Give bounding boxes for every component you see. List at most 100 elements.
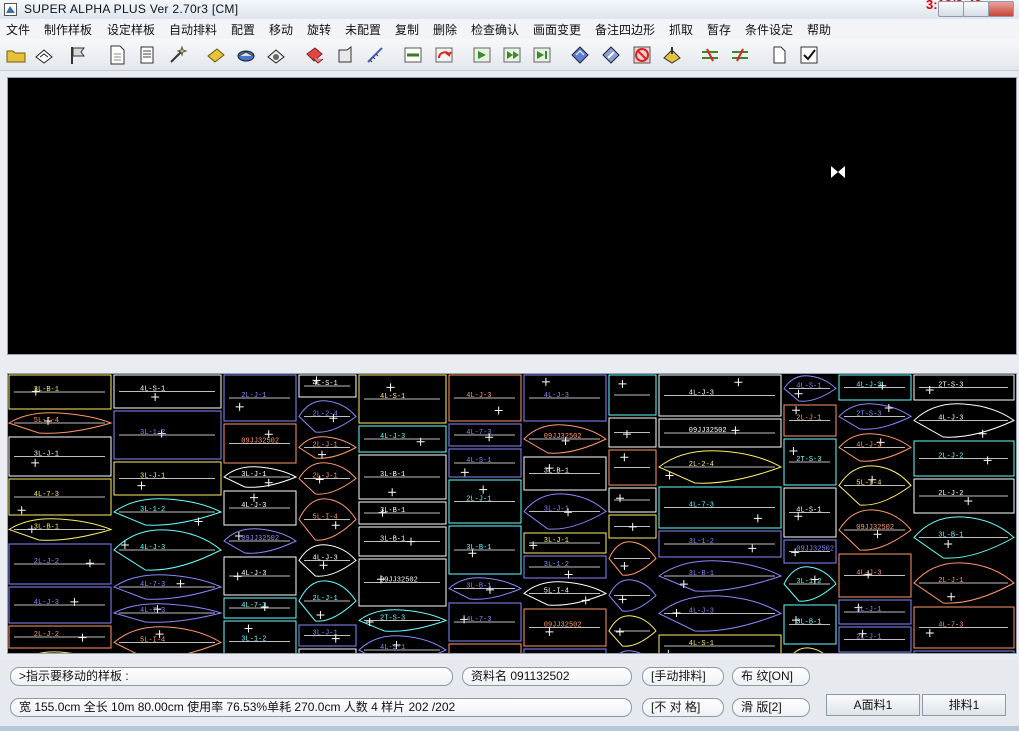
grain-toggle-button[interactable]: 布 纹[ON] — [732, 667, 810, 686]
menu-help[interactable]: 帮助 — [806, 21, 832, 38]
menu-conditions[interactable]: 条件设定 — [744, 21, 794, 38]
marker-canvas[interactable]: 3L-B-1 5L-I-4 3L-J-1 4L-7-3 3L-B-1 2L-J-2 4L-J… — [8, 374, 1016, 653]
red-eraser-icon[interactable] — [303, 44, 325, 66]
notch-mark — [794, 389, 803, 398]
menu-rotate[interactable]: 旋转 — [306, 21, 332, 38]
pan-tool-icon[interactable] — [265, 44, 287, 66]
close-button[interactable] — [988, 1, 1014, 17]
maximize-button[interactable] — [963, 1, 989, 17]
notch-mark — [983, 456, 992, 465]
pattern-piece[interactable] — [658, 634, 782, 653]
manual-marker-button[interactable]: [手动排料] — [642, 667, 724, 686]
green-right-icon[interactable] — [471, 44, 493, 66]
piece-label: 3L-B-1 — [466, 583, 491, 591]
align-icon[interactable] — [402, 44, 424, 66]
menu-make-pattern[interactable]: 制作样板 — [43, 21, 93, 38]
menu-delete[interactable]: 删除 — [432, 21, 458, 38]
piece-label: 4L-S-1 — [380, 644, 405, 652]
green-jump-icon[interactable] — [501, 44, 523, 66]
piece-label: 3L-B-1 — [796, 619, 821, 627]
cursor-icon — [831, 166, 845, 178]
notch-mark — [316, 611, 325, 620]
piece-label: 3L-J-1 — [544, 506, 569, 514]
notch-mark — [479, 485, 488, 494]
menu-copy[interactable]: 复制 — [394, 21, 420, 38]
hand-tool-icon[interactable] — [235, 44, 257, 66]
checkbox-icon[interactable] — [798, 44, 820, 66]
zoom-view[interactable] — [7, 77, 1017, 355]
piece-label: 3L-J-1 — [241, 471, 266, 479]
blue-diamond-icon[interactable] — [569, 44, 591, 66]
pattern-piece[interactable] — [448, 643, 522, 653]
slide-button[interactable]: 滑 版[2] — [732, 698, 810, 717]
no-match-button[interactable]: [不 对 格] — [642, 698, 724, 717]
material-label: 资料名 — [471, 669, 508, 683]
piece-icon[interactable] — [334, 44, 356, 66]
menu-grab[interactable]: 抓取 — [668, 21, 694, 38]
delete-circle-icon[interactable] — [631, 44, 653, 66]
piece-label: 4L-J-3 — [938, 415, 963, 423]
menu-note-rectangle[interactable]: 备注四边形 — [594, 21, 656, 38]
piece-label: 3L-B-1 — [380, 507, 405, 515]
piece-label: 4L-J-3 — [689, 608, 714, 616]
open-folder-icon[interactable] — [5, 44, 27, 66]
fabric-button[interactable]: A面料1 — [826, 694, 920, 716]
red-tool-icon[interactable] — [699, 44, 721, 66]
menu-unplaced[interactable]: 未配置 — [344, 21, 382, 38]
stamp-icon[interactable] — [661, 44, 683, 66]
pattern-piece[interactable] — [609, 650, 656, 653]
piece-label: 4L-7-3 — [689, 502, 714, 510]
notch-mark — [618, 379, 627, 388]
ruler-icon[interactable] — [364, 44, 386, 66]
blank-document-icon[interactable] — [768, 44, 790, 66]
piece-label: 4L-S-1 — [689, 640, 714, 648]
notch-mark — [753, 514, 762, 523]
menu-temp-store[interactable]: 暂存 — [706, 21, 732, 38]
flag-icon[interactable] — [67, 44, 89, 66]
menu-check[interactable]: 检查确认 — [470, 21, 520, 38]
notch-mark — [244, 624, 253, 633]
magic-wand-icon[interactable] — [167, 44, 189, 66]
arrow-return-icon[interactable] — [433, 44, 455, 66]
marker-layout[interactable]: 3L-B-1 5L-I-4 3L-J-1 4L-7-3 3L-B-1 2L-J-2 4L-J… — [7, 373, 1017, 654]
pattern-piece[interactable] — [784, 647, 836, 653]
green-end-icon[interactable] — [531, 44, 553, 66]
notch-mark — [620, 561, 629, 570]
pattern-piece[interactable] — [113, 626, 223, 653]
piece-label: 09JJ32502 — [241, 535, 279, 543]
notch-mark — [331, 521, 340, 530]
material-name-field[interactable]: 资料名 091132502 — [462, 667, 632, 686]
pattern-piece[interactable] — [913, 650, 1015, 653]
piece-label: 4L-7-3 — [938, 622, 963, 630]
pattern-piece[interactable] — [9, 651, 111, 653]
piece-label: 2L-J-2 — [938, 490, 963, 498]
save-icon[interactable] — [33, 44, 55, 66]
fill-tool-icon[interactable] — [205, 44, 227, 66]
menu-move[interactable]: 移动 — [268, 21, 294, 38]
piece-label: 3L-J-1 — [34, 451, 59, 459]
document-list-icon[interactable] — [136, 44, 158, 66]
layout-button[interactable]: 排料1 — [922, 694, 1006, 716]
menu-screen-change[interactable]: 画面变更 — [532, 21, 582, 38]
piece-label: 4L-J-3 — [544, 392, 569, 400]
minimize-button[interactable] — [938, 1, 964, 17]
prompt-field[interactable]: >指示要移动的样板 : — [10, 667, 453, 686]
menu-set-pattern[interactable]: 设定样板 — [106, 21, 156, 38]
pattern-piece[interactable] — [523, 648, 607, 653]
pattern-piece[interactable] — [298, 648, 357, 653]
new-document-icon[interactable] — [106, 44, 128, 66]
piece-label: 2L-J-2 — [34, 631, 59, 639]
piece-label: 2L-J-1 — [313, 473, 338, 481]
blue-rotate-icon[interactable] — [600, 44, 622, 66]
menu-place[interactable]: 配置 — [230, 21, 256, 38]
notch-mark — [615, 627, 624, 636]
piece-label: 2L-2-4 — [313, 411, 338, 419]
window-title: SUPER ALPHA PLUS Ver 2.70r3 [CM] — [24, 2, 239, 16]
menu-auto-marker[interactable]: 自动排料 — [168, 21, 218, 38]
piece-label: 2L-J-1 — [938, 577, 963, 585]
piece-label: 2L-J-1 — [856, 634, 881, 642]
menu-file[interactable]: 文件 — [5, 21, 31, 38]
piece-label: 4L-J-3 — [689, 390, 714, 398]
piece-label: 3L-J-1 — [544, 537, 569, 545]
red-tool-2-icon[interactable] — [729, 44, 751, 66]
